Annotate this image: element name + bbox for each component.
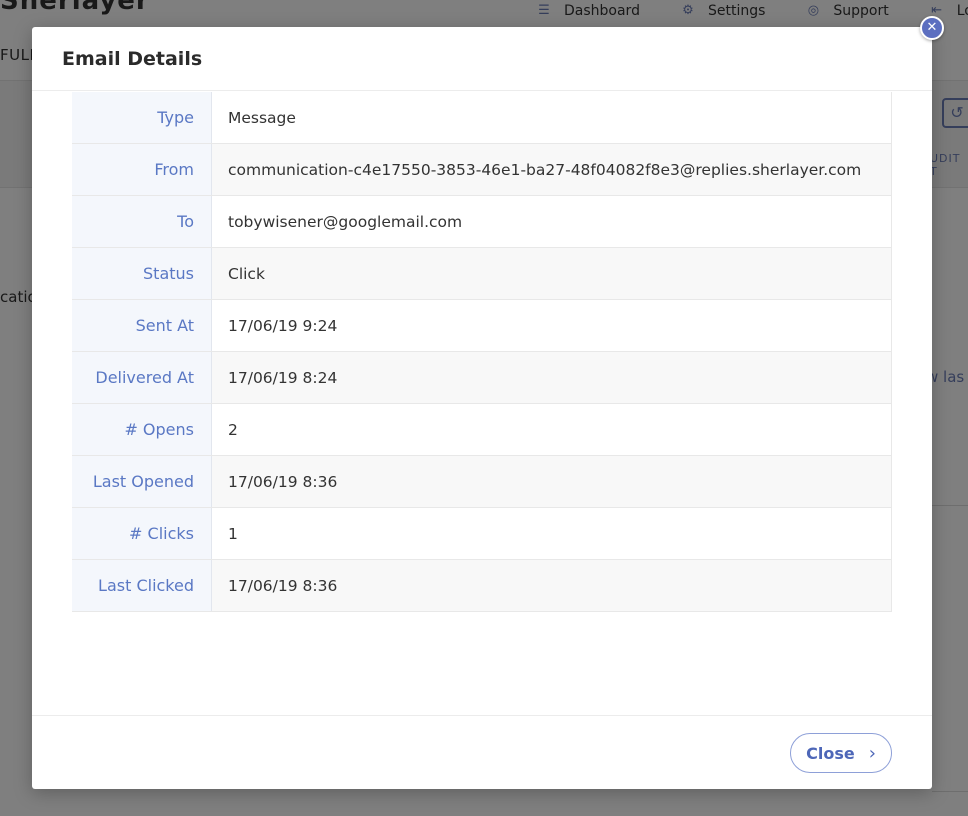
details-table: Type Message From communication-c4e17550…	[72, 92, 892, 612]
row-label: Last Clicked	[72, 560, 212, 611]
row-value: 2	[212, 404, 892, 455]
row-label: Sent At	[72, 300, 212, 351]
table-row: # Clicks 1	[72, 508, 892, 560]
row-value: 1	[212, 508, 892, 559]
table-row: Last Opened 17/06/19 8:36	[72, 456, 892, 508]
close-button-label: Close	[806, 743, 855, 763]
row-label: Delivered At	[72, 352, 212, 403]
table-row: Status Click	[72, 248, 892, 300]
row-value: Click	[212, 248, 892, 299]
row-label: From	[72, 144, 212, 195]
table-row: Last Clicked 17/06/19 8:36	[72, 560, 892, 612]
row-label: # Opens	[72, 404, 212, 455]
table-row: From communication-c4e17550-3853-46e1-ba…	[72, 144, 892, 196]
email-details-modal: Email Details ✕ Type Message From commun…	[32, 16, 944, 789]
row-label: # Clicks	[72, 508, 212, 559]
row-value: tobywisener@googlemail.com	[212, 196, 892, 247]
chevron-right-icon: ›	[868, 742, 876, 764]
row-label: Last Opened	[72, 456, 212, 507]
row-value: communication-c4e17550-3853-46e1-ba27-48…	[212, 144, 892, 195]
row-value: 17/06/19 8:36	[212, 456, 892, 507]
table-row: To tobywisener@googlemail.com	[72, 196, 892, 248]
table-row: Type Message	[72, 92, 892, 144]
close-button[interactable]: Close ›	[790, 733, 892, 773]
row-value: 17/06/19 9:24	[212, 300, 892, 351]
modal-title: Email Details	[62, 47, 203, 70]
table-row: Sent At 17/06/19 9:24	[72, 300, 892, 352]
modal-footer: Close ›	[32, 715, 932, 789]
close-icon[interactable]: ✕	[920, 16, 944, 40]
table-row: Delivered At 17/06/19 8:24	[72, 352, 892, 404]
table-row: # Opens 2	[72, 404, 892, 456]
row-label: Status	[72, 248, 212, 299]
row-value: 17/06/19 8:24	[212, 352, 892, 403]
row-label: To	[72, 196, 212, 247]
row-label: Type	[72, 92, 212, 143]
row-value: Message	[212, 92, 892, 143]
row-value: 17/06/19 8:36	[212, 560, 892, 611]
modal-header: Email Details	[32, 27, 932, 91]
